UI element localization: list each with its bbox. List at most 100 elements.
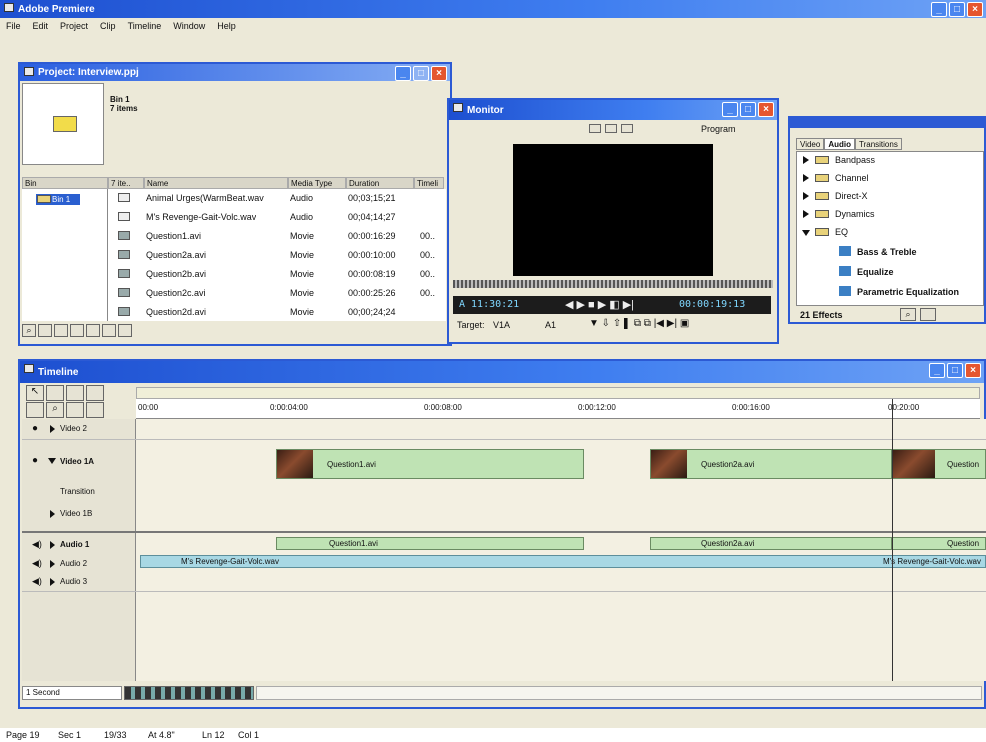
time-zoom-select[interactable]: 1 Second xyxy=(22,686,122,700)
project-window: Project: Interview.ppj _ □ × Bin 1 7 ite… xyxy=(18,62,452,346)
expand-icon[interactable] xyxy=(50,541,55,549)
video-clip[interactable]: Question xyxy=(892,449,986,479)
eye-icon[interactable]: ● xyxy=(32,455,38,466)
hand-tool-icon[interactable] xyxy=(26,402,44,418)
range-select-tool-icon[interactable] xyxy=(46,385,64,401)
col-bin[interactable]: Bin xyxy=(22,177,108,189)
project-minimize-button[interactable]: _ xyxy=(395,66,411,81)
audio-clip[interactable]: M's Revenge-Gait-Volc.wav M's Revenge-Ga… xyxy=(140,555,986,568)
new-folder-button[interactable] xyxy=(920,308,936,321)
timeline-close-button[interactable]: × xyxy=(965,363,981,378)
transport-controls[interactable]: ◀ ▶ ■ ▶ ◧ ▶| xyxy=(565,298,634,311)
monitor-maximize-button[interactable]: □ xyxy=(740,102,756,117)
bin-list: Bin 1 xyxy=(22,189,108,321)
delete-button[interactable] xyxy=(118,324,132,337)
expand-icon[interactable] xyxy=(50,578,55,586)
link-tool-icon[interactable] xyxy=(86,385,104,401)
collapse-icon[interactable] xyxy=(48,458,56,464)
video-clip[interactable]: Question2a.avi xyxy=(650,449,892,479)
track-divider xyxy=(22,591,986,592)
col-items[interactable]: 7 ite.. xyxy=(108,177,144,189)
target-audio-select[interactable]: A1 xyxy=(545,320,556,330)
monitor-mode[interactable]: Program xyxy=(701,124,736,134)
new-bin-button[interactable] xyxy=(86,324,100,337)
trim-view-button[interactable] xyxy=(621,124,633,133)
zoom-tool-icon[interactable]: ⌕ xyxy=(46,402,64,418)
folder-icon xyxy=(815,210,829,218)
timeline-minimize-button[interactable]: _ xyxy=(929,363,945,378)
tab-audio[interactable]: Audio xyxy=(824,138,855,150)
expand-icon[interactable] xyxy=(50,510,55,518)
track-transition[interactable]: Transition xyxy=(60,487,95,496)
menu-file[interactable]: File xyxy=(6,21,21,31)
thumbnail-view-button[interactable] xyxy=(70,324,84,337)
close-button[interactable]: × xyxy=(967,2,983,17)
time-ruler[interactable]: 00:00 0:00:04:00 0:00:08:00 0:00:12:00 0… xyxy=(136,399,980,419)
expand-icon[interactable] xyxy=(803,210,809,218)
eye-icon[interactable]: ● xyxy=(32,423,38,434)
monitor-close-button[interactable]: × xyxy=(758,102,774,117)
audio-clip[interactable]: Question xyxy=(892,537,986,550)
timecode-right: 00:00:19:13 xyxy=(679,299,746,310)
expand-icon[interactable] xyxy=(803,192,809,200)
expand-icon[interactable] xyxy=(803,156,809,164)
razor-tool-icon[interactable] xyxy=(66,402,84,418)
menu-timeline[interactable]: Timeline xyxy=(128,21,162,31)
monitor-minimize-button[interactable]: _ xyxy=(722,102,738,117)
movie-file-icon xyxy=(118,250,130,259)
tab-video[interactable]: Video xyxy=(796,138,825,150)
find-icon[interactable]: ⌕ xyxy=(22,324,36,337)
in-out-tool-icon[interactable] xyxy=(86,402,104,418)
target-video-select[interactable]: V1A xyxy=(493,320,510,330)
icon-view-button[interactable] xyxy=(54,324,68,337)
bin-list-item[interactable]: Bin 1 xyxy=(36,194,80,205)
monitor-window: Monitor _ □ × Program A 11:30:21 ◀ ▶ ■ ▶… xyxy=(447,98,779,344)
timeline-tools: ↖ ⌕ xyxy=(26,385,134,419)
project-maximize-button[interactable]: □ xyxy=(413,66,429,81)
minimize-button[interactable]: _ xyxy=(931,2,947,17)
ripple-tool-icon[interactable] xyxy=(66,385,84,401)
timeline-scrollbar[interactable] xyxy=(256,686,982,700)
col-media-type[interactable]: Media Type xyxy=(288,177,346,189)
find-effect-icon[interactable]: ⌕ xyxy=(900,308,916,321)
video-clip[interactable]: Question1.avi xyxy=(276,449,584,479)
work-area-bar[interactable] xyxy=(136,387,980,399)
selection-tool-icon[interactable]: ↖ xyxy=(26,385,44,401)
col-name[interactable]: Name xyxy=(144,177,288,189)
col-duration[interactable]: Duration xyxy=(346,177,414,189)
menu-project[interactable]: Project xyxy=(60,21,88,31)
expand-icon[interactable] xyxy=(803,174,809,182)
expand-icon[interactable] xyxy=(50,425,55,433)
col-timeline[interactable]: Timeli xyxy=(414,177,444,189)
audio-clip[interactable]: Question1.avi xyxy=(276,537,584,550)
effects-list: Bandpass Channel Direct-X Dynamics EQ Ba… xyxy=(796,151,984,306)
audio-clip[interactable]: Question2a.avi xyxy=(650,537,892,550)
audio-file-icon xyxy=(118,193,130,202)
edit-line[interactable] xyxy=(892,399,893,681)
expand-icon[interactable] xyxy=(50,560,55,568)
effects-palette: Video Audio Transitions Bandpass Channel… xyxy=(788,116,986,324)
menu-window[interactable]: Window xyxy=(173,21,205,31)
single-view-button[interactable] xyxy=(589,124,601,133)
speaker-icon[interactable]: ◀) xyxy=(32,558,42,569)
track-format-buttons[interactable] xyxy=(124,686,254,700)
menu-clip[interactable]: Clip xyxy=(100,21,116,31)
list-view-button[interactable] xyxy=(38,324,52,337)
menu-edit[interactable]: Edit xyxy=(33,21,49,31)
project-close-button[interactable]: × xyxy=(431,66,447,81)
audio-effect-icon xyxy=(839,266,851,276)
collapse-icon[interactable] xyxy=(802,230,810,236)
dual-view-button[interactable] xyxy=(605,124,617,133)
status-section: Sec 1 xyxy=(58,730,82,740)
monitor-ruler[interactable] xyxy=(453,280,773,288)
speaker-icon[interactable]: ◀) xyxy=(32,576,42,587)
speaker-icon[interactable]: ◀) xyxy=(32,539,42,550)
menu-help[interactable]: Help xyxy=(217,21,236,31)
palette-titlebar xyxy=(790,118,986,128)
new-item-button[interactable] xyxy=(102,324,116,337)
timeline-maximize-button[interactable]: □ xyxy=(947,363,963,378)
edit-buttons[interactable]: ▼ ⇩ ⇧ ▌ ⧉ ⧉ |◀ ▶| ▣ xyxy=(589,318,689,329)
tab-transitions[interactable]: Transitions xyxy=(855,138,902,150)
maximize-button[interactable]: □ xyxy=(949,2,965,17)
folder-icon xyxy=(815,174,829,182)
